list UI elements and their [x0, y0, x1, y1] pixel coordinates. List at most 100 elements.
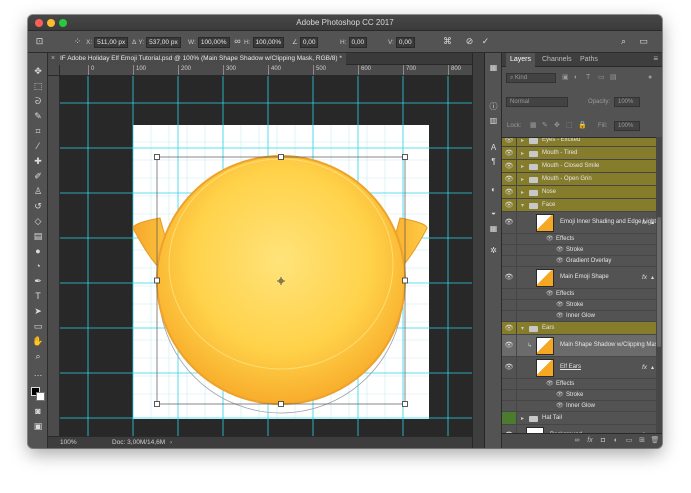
chevron-right-icon[interactable]: ▸	[521, 176, 524, 183]
layer-row[interactable]: 👁 Elf Ears fx ▴	[502, 357, 656, 379]
properties-panel-icon[interactable]: ▥	[488, 115, 499, 126]
layer-row[interactable]: 👁 ▾ Ears	[502, 322, 656, 335]
search-icon[interactable]: ⌕	[618, 36, 629, 47]
effect-eye-icon[interactable]: 👁	[556, 257, 564, 264]
fill-input[interactable]: 100%	[614, 121, 640, 131]
lock-all-icon[interactable]: 🔒	[578, 121, 587, 131]
pen-icon[interactable]: ✒	[32, 275, 44, 287]
layer-effect-row[interactable]: 👁 Inner Glow	[502, 401, 656, 412]
visibility-eye-icon[interactable]	[502, 311, 517, 321]
visibility-eye-icon[interactable]	[502, 390, 517, 400]
layer-row[interactable]: 👁 ▸ Mouth - Closed Smile	[502, 160, 656, 173]
y-input[interactable]: 537,00 px	[146, 36, 181, 48]
chevron-right-icon[interactable]: ▸	[521, 415, 524, 422]
angle-field[interactable]: ∠ 0,00	[292, 36, 319, 48]
new-group-icon[interactable]: ▭	[624, 436, 634, 446]
visibility-eye-icon[interactable]	[502, 256, 517, 266]
visibility-eye-icon[interactable]	[502, 289, 517, 299]
ruler-corner[interactable]	[48, 65, 60, 76]
layer-fx-badge[interactable]: fx	[642, 364, 647, 371]
lock-transparent-icon[interactable]: ▦	[530, 121, 537, 131]
hskew-input[interactable]: 0,00	[348, 36, 368, 48]
visibility-eye-icon[interactable]: 👁	[502, 335, 517, 356]
angle-input[interactable]: 0,00	[299, 36, 319, 48]
layers-scrollbar-thumb[interactable]	[657, 217, 661, 347]
reference-point-icon[interactable]: ⁘	[72, 36, 83, 47]
workspace-icon[interactable]: ▭	[638, 36, 649, 47]
commit-transform-icon[interactable]: ✓	[480, 36, 491, 47]
character-panel-icon[interactable]: A	[488, 142, 499, 153]
healing-icon[interactable]: ✚	[32, 155, 44, 167]
shape-icon[interactable]: ▭	[32, 320, 44, 332]
panel-menu-icon[interactable]: ≡	[653, 54, 658, 63]
layer-effect-row[interactable]: 👁 Stroke	[502, 390, 656, 401]
status-menu-icon[interactable]: ›	[170, 437, 172, 448]
visibility-eye-icon[interactable]: 👁	[502, 173, 517, 185]
chevron-right-icon[interactable]: ▸	[521, 138, 524, 144]
opacity-input[interactable]: 100%	[614, 97, 640, 107]
visibility-eye-icon[interactable]: 👁	[502, 357, 517, 378]
visibility-eye-icon[interactable]	[502, 245, 517, 255]
chevron-down-icon[interactable]: ▾	[521, 202, 524, 209]
effect-eye-icon[interactable]: 👁	[556, 391, 564, 398]
color-panel-icon[interactable]: ◒	[488, 207, 499, 218]
effect-eye-icon[interactable]: 👁	[546, 235, 554, 242]
layer-effect-row[interactable]: 👁 Inner Glow	[502, 311, 656, 322]
effect-eye-icon[interactable]: 👁	[556, 402, 564, 409]
layer-effect-row[interactable]: 👁 Effects	[502, 379, 656, 390]
crop-icon[interactable]: ⌗	[32, 125, 44, 137]
stamp-icon[interactable]: ♙	[32, 185, 44, 197]
filter-shape-icon[interactable]: ▭	[598, 73, 605, 83]
effect-eye-icon[interactable]: 👁	[546, 380, 554, 387]
x-field[interactable]: X: 511,00 px	[86, 36, 129, 48]
filter-smart-object-icon[interactable]: ▤	[610, 73, 617, 83]
w-field[interactable]: W: 100,00%	[188, 36, 230, 48]
height-input[interactable]: 100,00%	[252, 36, 285, 48]
paragraph-panel-icon[interactable]: ¶	[488, 156, 499, 167]
width-input[interactable]: 100,00%	[197, 36, 230, 48]
lasso-icon[interactable]: ᘐ	[32, 95, 44, 107]
eyedropper-icon[interactable]: ⁄	[32, 140, 44, 152]
chevron-up-icon[interactable]: ▴	[651, 219, 654, 226]
chevron-right-icon[interactable]: ▸	[521, 163, 524, 170]
vskew-input[interactable]: 0,00	[395, 36, 415, 48]
layers-scrollbar[interactable]	[656, 137, 662, 433]
chevron-right-icon[interactable]: ▸	[521, 150, 524, 157]
layer-effect-row[interactable]: 👁 Effects	[502, 234, 656, 245]
close-document-icon[interactable]: ×	[51, 53, 55, 65]
tab-layers[interactable]: Layers	[506, 53, 536, 67]
blur-icon[interactable]: ●	[32, 245, 44, 257]
adjustment-layer-icon[interactable]: ◐	[611, 436, 621, 446]
filter-adjustment-icon[interactable]: ◐	[574, 73, 578, 83]
layer-row[interactable]: 👁 ▸ Nose	[502, 186, 656, 199]
layer-row[interactable]: 👁 ▸ Mouth - Tired	[502, 147, 656, 160]
new-layer-icon[interactable]: ⊞	[637, 436, 647, 446]
link-icon[interactable]: ∞	[232, 36, 243, 47]
effect-eye-icon[interactable]: 👁	[556, 246, 564, 253]
history-brush-icon[interactable]: ↺	[32, 200, 44, 212]
delete-layer-icon[interactable]: 🗑	[650, 436, 660, 446]
visibility-eye-icon[interactable]	[502, 401, 517, 411]
brush-icon[interactable]: ✐	[32, 170, 44, 182]
background-color-swatch[interactable]	[36, 392, 45, 401]
add-style-icon[interactable]: fx	[585, 436, 595, 446]
layer-row[interactable]: 👁 Main Shape Shadow w/Clipping Mask ↳	[502, 335, 661, 357]
quick-select-icon[interactable]: ✎	[32, 110, 44, 122]
info-panel-icon[interactable]: ⓘ	[488, 101, 499, 112]
screen-mode-icon[interactable]: ▣	[32, 420, 44, 432]
link-layers-icon[interactable]: ∞	[572, 436, 582, 446]
effect-eye-icon[interactable]: 👁	[556, 312, 564, 319]
lock-image-icon[interactable]: ✎	[542, 121, 548, 131]
layer-effect-row[interactable]: 👁 Stroke	[502, 300, 656, 311]
extra-tools-icon[interactable]: …	[32, 367, 44, 379]
layer-row[interactable]: 👁 ▸ Eyes - Excited	[502, 138, 656, 147]
canvas-area[interactable]	[60, 76, 472, 436]
blend-mode-select[interactable]: Normal	[506, 97, 568, 107]
history-panel-icon[interactable]: ▦	[488, 62, 499, 73]
lock-position-icon[interactable]: ✥	[554, 121, 560, 131]
filter-toggle-icon[interactable]: ●	[648, 73, 652, 83]
visibility-eye-icon[interactable]: 👁	[502, 199, 517, 211]
filter-type-icon[interactable]: T	[586, 73, 590, 83]
swatches-panel-icon[interactable]: ▦	[488, 223, 499, 234]
filter-kind-select[interactable]: ⌕ Kind	[506, 73, 556, 83]
